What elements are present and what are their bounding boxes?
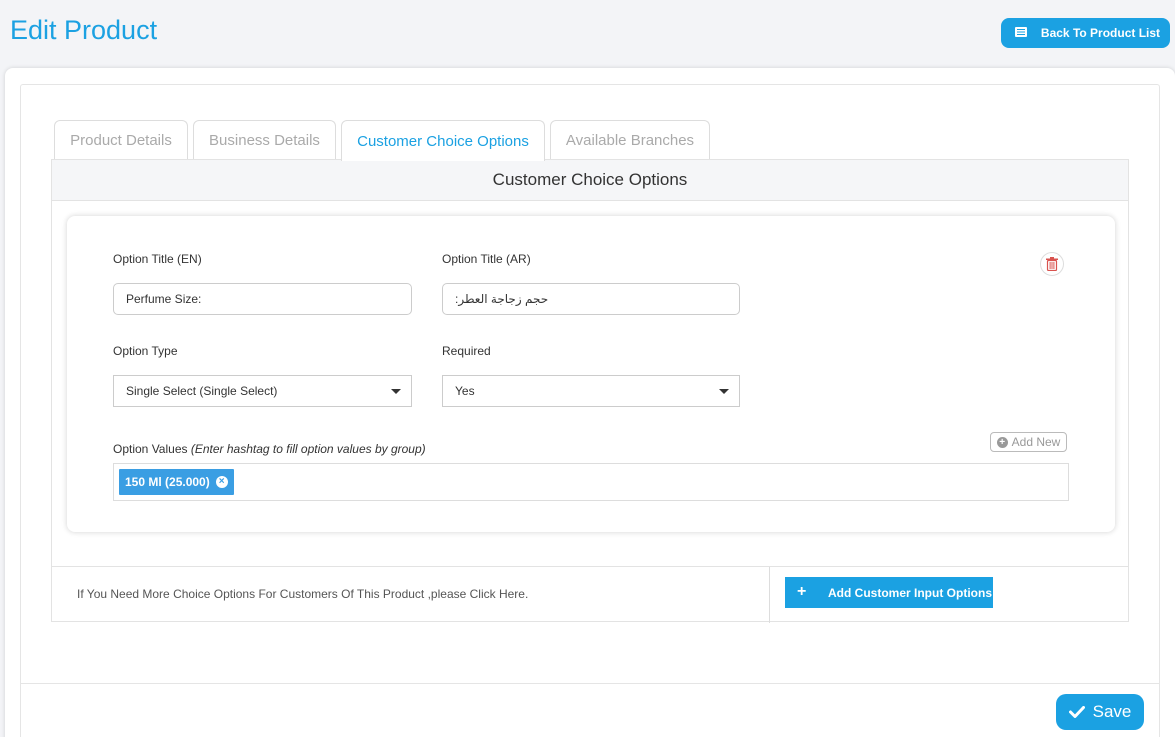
list-icon	[1015, 27, 1027, 37]
option-values-hint: (Enter hashtag to fill option values by …	[190, 442, 426, 456]
option-type-select[interactable]: Single Select (Single Select)	[113, 375, 412, 407]
back-to-product-list-button[interactable]: Back To Product List	[1001, 18, 1170, 48]
panel-title: Customer Choice Options	[52, 160, 1128, 201]
tab-product-details[interactable]: Product Details	[54, 120, 188, 160]
required-label: Required	[442, 344, 491, 358]
plus-circle-icon: +	[996, 436, 1008, 448]
remove-tag-icon[interactable]: ×	[215, 476, 228, 488]
option-values-title: Option Values	[113, 442, 188, 456]
tab-customer-choice-options[interactable]: Customer Choice Options	[341, 120, 545, 161]
option-card: Option Title (EN) Perfume Size: Option T…	[67, 216, 1115, 532]
option-title-ar-label: Option Title (AR)	[442, 252, 531, 266]
option-value-tag-label: 150 Ml (25.000)	[125, 475, 210, 489]
required-value: Yes	[455, 384, 475, 398]
required-select[interactable]: Yes	[442, 375, 740, 407]
chevron-down-icon	[719, 389, 729, 394]
plus-icon: +	[797, 583, 807, 600]
chevron-down-icon	[391, 389, 401, 394]
more-options-row: If You Need More Choice Options For Cust…	[52, 566, 1128, 623]
option-type-label: Option Type	[113, 344, 178, 358]
more-options-hint: If You Need More Choice Options For Cust…	[77, 587, 529, 601]
option-title-ar-input[interactable]: حجم زجاجة العطر:	[442, 283, 740, 315]
tab-business-details[interactable]: Business Details	[193, 120, 336, 160]
footer-divider-line	[21, 683, 1159, 684]
save-button[interactable]: Save	[1056, 694, 1144, 730]
option-title-en-label: Option Title (EN)	[113, 252, 202, 266]
customer-choice-panel: Customer Choice Options Option Title (EN…	[51, 159, 1129, 623]
save-label: Save	[1092, 702, 1132, 721]
page-title: Edit Product	[10, 15, 158, 45]
option-values-label: Option Values (Enter hashtag to fill opt…	[113, 442, 426, 456]
tab-available-branches[interactable]: Available Branches	[550, 120, 710, 160]
add-customer-input-options-label: Add Customer Input Options	[828, 585, 992, 600]
trash-icon	[1046, 257, 1058, 271]
footer-divider	[769, 567, 770, 623]
back-button-label: Back To Product List	[1040, 26, 1161, 40]
option-type-value: Single Select (Single Select)	[126, 384, 278, 398]
option-values-input[interactable]: 150 Ml (25.000) ×	[113, 463, 1069, 501]
add-new-label: Add New	[1011, 435, 1061, 449]
check-icon	[1068, 706, 1085, 718]
option-title-en-input[interactable]: Perfume Size:	[113, 283, 412, 315]
option-value-tag: 150 Ml (25.000) ×	[119, 469, 234, 495]
add-new-value-button[interactable]: + Add New	[990, 432, 1067, 452]
delete-option-button[interactable]	[1040, 252, 1064, 276]
add-customer-input-options-button[interactable]: + Add Customer Input Options	[785, 577, 993, 608]
